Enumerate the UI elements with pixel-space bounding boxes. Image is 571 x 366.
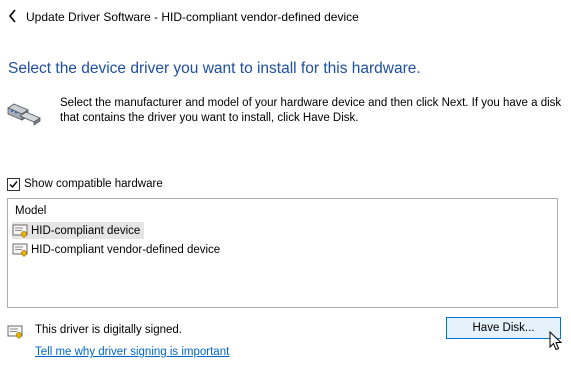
list-item-hid-compliant-device[interactable]: HID-compliant device [12, 222, 145, 239]
model-listbox[interactable]: Model HID-compliant device HID-compliant… [7, 198, 558, 308]
list-item-label: HID-compliant device [31, 224, 141, 237]
instructions-text: Select the manufacturer and model of you… [60, 97, 562, 124]
list-item-hid-compliant-vendor-defined-device[interactable]: HID-compliant vendor-defined device [12, 241, 224, 258]
window-title: Update Driver Software - HID-compliant v… [26, 10, 359, 24]
checkbox-box[interactable] [7, 177, 20, 191]
back-arrow-icon[interactable] [8, 9, 17, 23]
show-compatible-hardware-label: Show compatible hardware [24, 178, 163, 190]
page-title: Select the device driver you want to ins… [8, 60, 421, 77]
list-item-label: HID-compliant vendor-defined device [31, 243, 221, 256]
checkmark-icon [9, 180, 18, 188]
hardware-device-icon [7, 103, 41, 126]
list-column-header-model: Model [15, 205, 47, 217]
driver-icon [12, 243, 28, 257]
driver-icon [12, 224, 28, 238]
update-driver-dialog: Update Driver Software - HID-compliant v… [0, 0, 571, 366]
certified-driver-icon [7, 325, 23, 339]
have-disk-button[interactable]: Have Disk... [446, 317, 561, 339]
show-compatible-hardware-checkbox[interactable]: Show compatible hardware [7, 177, 163, 191]
driver-signing-link[interactable]: Tell me why driver signing is important [35, 345, 229, 359]
digitally-signed-text: This driver is digitally signed. [35, 324, 183, 336]
title-bar: Update Driver Software - HID-compliant v… [0, 0, 571, 32]
